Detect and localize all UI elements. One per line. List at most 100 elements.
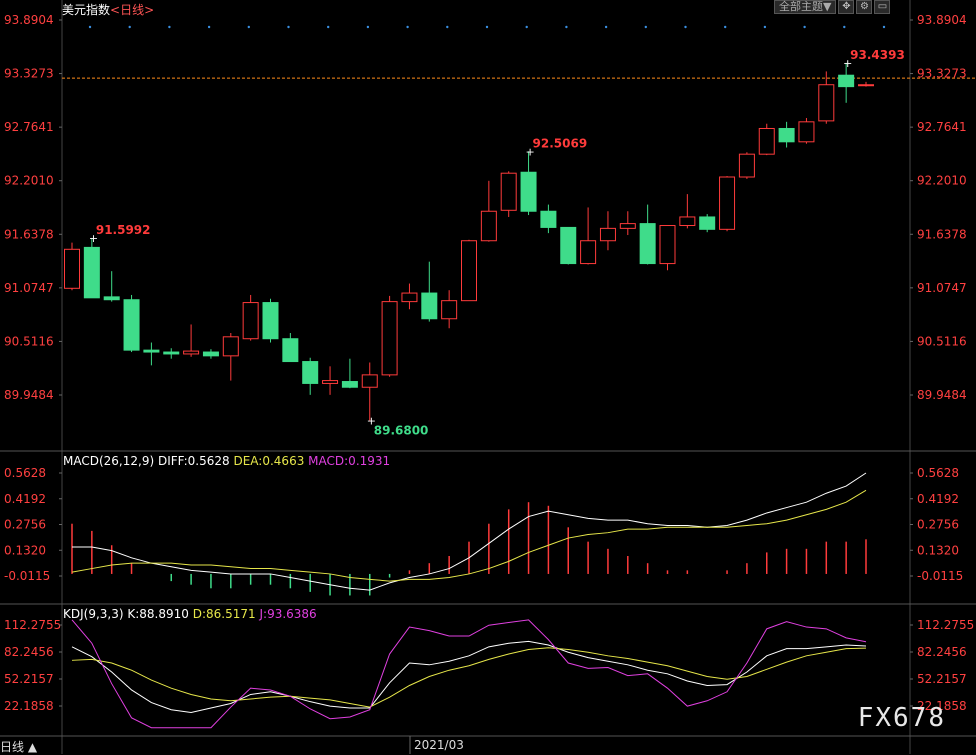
price-annotation: 91.5992 xyxy=(96,223,151,237)
candle-body xyxy=(282,338,299,363)
candle-body xyxy=(103,296,120,301)
price-annotation: 89.6800 xyxy=(374,424,429,438)
price-axis-label-left: 92.2010 xyxy=(4,174,54,188)
marker-dot xyxy=(763,25,767,29)
candle-body xyxy=(699,216,716,230)
macd-axis-label-right: 0.2756 xyxy=(917,518,959,532)
kdj-legend: KDJ(9,3,3) K:88.8910 D:86.5171 J:93.6386 xyxy=(63,607,317,621)
theme-dropdown[interactable]: 全部主题▼ xyxy=(774,0,837,14)
candle-body xyxy=(361,374,378,388)
candle-body xyxy=(163,351,180,355)
kdj-axis-label-left: 112.2755 xyxy=(4,618,61,632)
macd-axis-label-right: -0.0115 xyxy=(917,569,963,583)
marker-dot xyxy=(882,25,886,29)
candle-body xyxy=(659,225,676,265)
kdj-axis-label-right: 52.2157 xyxy=(917,672,967,686)
marker-dot xyxy=(207,25,211,29)
kdj-axis-label-right: 82.2456 xyxy=(917,645,967,659)
macd-dea-label: DEA:0.4663 xyxy=(233,454,305,468)
candle-body xyxy=(818,84,835,122)
candle-body xyxy=(798,121,815,143)
price-axis-label-left: 91.6378 xyxy=(4,227,54,241)
marker-dot xyxy=(446,25,449,29)
candle-body xyxy=(560,226,577,265)
window-icon[interactable]: ▭ xyxy=(874,0,891,14)
candle-body xyxy=(599,227,616,242)
kdj-d-line xyxy=(71,647,867,708)
price-axis-label-right: 90.5116 xyxy=(917,334,967,348)
chart-title: 美元指数<日线> xyxy=(62,1,154,18)
candle-body xyxy=(222,336,239,357)
marker-dot xyxy=(128,25,131,29)
candle-body xyxy=(858,84,874,87)
marker-dot xyxy=(485,25,489,29)
move-icon[interactable]: ✥ xyxy=(838,0,855,14)
candle-body xyxy=(580,240,597,265)
price-axis-label-right: 92.2010 xyxy=(917,174,967,188)
marker-dot xyxy=(247,25,250,29)
settings-icon[interactable]: ⚙ xyxy=(856,0,873,14)
macd-value-label: MACD:0.1931 xyxy=(308,454,391,468)
macd-axis-label-right: 0.1320 xyxy=(917,543,959,557)
period-switch[interactable]: 日线 ▲ xyxy=(0,738,37,755)
price-axis-label-right: 92.7641 xyxy=(917,120,967,134)
candle-body xyxy=(838,74,855,88)
marker-dot xyxy=(525,25,528,29)
price-axis-label-left: 91.0747 xyxy=(4,281,54,295)
candle-body xyxy=(123,299,140,351)
price-axis-label-right: 93.8904 xyxy=(917,13,967,27)
date-axis-label: 2021/03 xyxy=(414,738,464,752)
marker-dot xyxy=(565,25,568,29)
macd-axis-label-left: -0.0115 xyxy=(4,569,50,583)
price-axis-label-right: 89.9484 xyxy=(917,388,967,402)
candle-body xyxy=(480,210,497,242)
candle-body xyxy=(778,127,795,143)
candle-body xyxy=(381,301,398,376)
marker-dot xyxy=(366,25,370,29)
kdj-j-label: J:93.6386 xyxy=(259,607,317,621)
candle-body xyxy=(83,246,100,299)
candle-body xyxy=(441,300,458,320)
marker-dot xyxy=(843,25,846,29)
kdj-axis-label-left: 52.2157 xyxy=(4,672,54,686)
candle-body xyxy=(401,292,418,303)
macd-axis-label-left: 0.1320 xyxy=(4,543,46,557)
candle-body xyxy=(143,349,160,353)
candle-body xyxy=(719,176,736,230)
macd-diff-label: DIFF:0.5628 xyxy=(157,454,230,468)
watermark-logo: FX678 xyxy=(857,703,946,733)
marker-dot xyxy=(327,25,330,29)
candle-body xyxy=(520,171,537,212)
candle-body xyxy=(183,350,200,355)
candle-body xyxy=(500,172,517,211)
stock-chart: 93.8904 93.890493.3273 93.327392.7641 92.76… xyxy=(0,0,976,754)
kdj-axis-label-left: 82.2456 xyxy=(4,645,54,659)
macd-axis-label-left: 0.5628 xyxy=(4,466,46,480)
kdj-axis-label-right: 112.2755 xyxy=(917,618,974,632)
kdj-j-line xyxy=(71,619,867,729)
period-label[interactable]: <日线> xyxy=(110,3,154,17)
macd-axis-label-left: 0.4192 xyxy=(4,492,46,506)
marker-dot xyxy=(684,25,687,29)
price-annotation: 93.4393 xyxy=(850,48,905,62)
marker-dot xyxy=(644,25,647,29)
price-axis-label-left: 90.5116 xyxy=(4,334,54,348)
price-axis-label-right: 91.6378 xyxy=(917,227,967,241)
marker-dot xyxy=(287,25,290,29)
price-axis-label-left: 89.9484 xyxy=(4,388,54,402)
candle-body xyxy=(461,240,477,302)
candle-body xyxy=(679,216,696,227)
candle-body xyxy=(421,292,438,320)
macd-axis-label-right: 0.5628 xyxy=(917,466,959,480)
candle-body xyxy=(302,361,319,384)
candle-body xyxy=(639,223,656,265)
macd-axis-label-left: 0.2756 xyxy=(4,518,46,532)
marker-dot xyxy=(406,25,409,29)
candle-body xyxy=(619,223,636,229)
marker-dot xyxy=(88,25,92,29)
marker-dot xyxy=(803,25,806,29)
price-annotation: 92.5069 xyxy=(533,137,588,151)
toolbar: 全部主题▼ ✥ ⚙ ▭ xyxy=(774,0,891,14)
candle-body xyxy=(64,248,80,289)
price-axis-label-left: 93.8904 xyxy=(4,13,54,27)
